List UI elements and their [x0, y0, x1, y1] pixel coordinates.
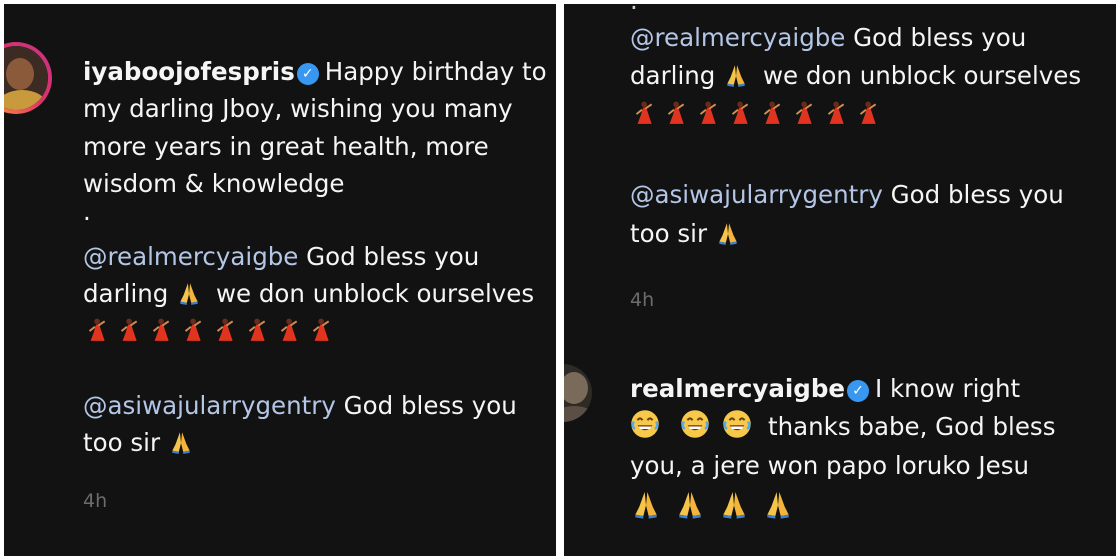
- praying-hands-icon: [723, 62, 749, 88]
- praying-hands-icon: [674, 488, 706, 520]
- laughing-face-icon: [630, 409, 660, 439]
- mention-link[interactable]: @realmercyaigbe: [630, 23, 845, 52]
- mention-link[interactable]: @asiwajularrygentry: [630, 180, 883, 209]
- mention-link[interactable]: @realmercyaigbe: [83, 242, 298, 271]
- mention-line-3: @asiwajularrygentry God bless you: [630, 180, 1064, 209]
- mention-line-1: @realmercyaigbe God bless you: [83, 242, 480, 271]
- timestamp[interactable]: 4h: [630, 289, 654, 311]
- dancer-icon: [630, 100, 656, 126]
- caption-dot: .: [83, 197, 91, 226]
- cropped-line: .: [630, 4, 638, 19]
- dancer-icon: [307, 317, 333, 343]
- dancer-icon: [115, 317, 141, 343]
- praying-hands-icon: [715, 220, 741, 246]
- praying-hands-icon: [718, 488, 750, 520]
- caption-line-2: my darling Jboy, wishing you many: [83, 94, 513, 123]
- dancer-icon: [726, 100, 752, 126]
- dancer-row: [630, 95, 886, 132]
- username[interactable]: iyaboojofespris: [83, 57, 295, 86]
- mention-line-4: too sir: [83, 424, 200, 461]
- caption-line-1: iyaboojofespris ✓ Happy birthday to: [83, 57, 547, 86]
- praying-hands-icon: [630, 488, 662, 520]
- reply-line-4: [630, 488, 806, 526]
- dancer-icon: [179, 317, 205, 343]
- dancer-row: [83, 312, 339, 349]
- mention-line-2: darling we don unblock ourselves: [630, 61, 1082, 90]
- dancer-icon: [758, 100, 784, 126]
- praying-hands-icon: [168, 429, 194, 455]
- mention-line-1: @realmercyaigbe God bless you: [630, 23, 1027, 52]
- laughing-face-icon: [722, 409, 752, 439]
- dancer-icon: [790, 100, 816, 126]
- reply-line-3: you, a jere won papo loruko Jesu: [630, 451, 1029, 480]
- mention-line-2: darling we don unblock ourselves: [83, 279, 535, 308]
- comment-panel-right: . @realmercyaigbe God bless you darling …: [564, 4, 1116, 556]
- comment-panel-left: iyaboojofespris ✓ Happy birthday to my dar…: [4, 4, 556, 556]
- mention-line-4: too sir: [630, 215, 747, 252]
- timestamp[interactable]: 4h: [83, 490, 107, 512]
- dancer-icon: [662, 100, 688, 126]
- dancer-icon: [83, 317, 109, 343]
- dancer-icon: [854, 100, 880, 126]
- reply-username[interactable]: realmercyaigbe: [630, 374, 845, 403]
- mention-link[interactable]: @asiwajularrygentry: [83, 391, 336, 420]
- reply-line-2: thanks babe, God bless: [630, 408, 1055, 445]
- caption-line-4: wisdom & knowledge: [83, 169, 345, 198]
- praying-hands-icon: [176, 280, 202, 306]
- laughing-face-icon: [680, 409, 710, 439]
- dancer-icon: [211, 317, 237, 343]
- dancer-icon: [694, 100, 720, 126]
- dancer-icon: [822, 100, 848, 126]
- caption-line-3: more years in great health, more: [83, 132, 489, 161]
- dancer-icon: [275, 317, 301, 343]
- dancer-icon: [243, 317, 269, 343]
- verified-badge-icon: ✓: [846, 380, 869, 402]
- mention-line-3: @asiwajularrygentry God bless you: [83, 391, 517, 420]
- praying-hands-icon: [762, 488, 794, 520]
- dancer-icon: [147, 317, 173, 343]
- verified-badge-icon: ✓: [296, 63, 319, 85]
- reply-avatar[interactable]: [564, 364, 592, 422]
- reply-line-1: realmercyaigbe ✓ I know right: [630, 374, 1021, 403]
